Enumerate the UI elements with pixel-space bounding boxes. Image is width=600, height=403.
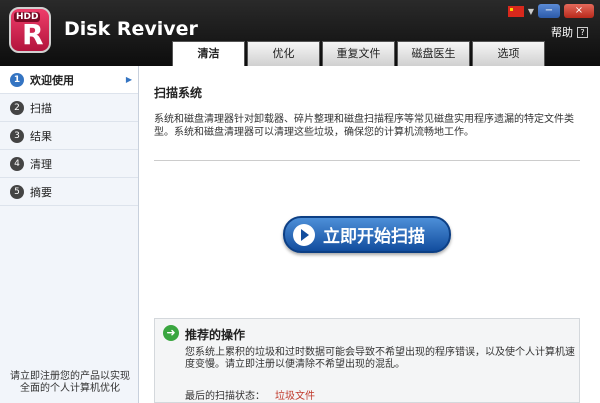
step-number: 3	[10, 128, 24, 143]
step-number: 1	[10, 72, 24, 87]
sidebar-item-results[interactable]: 3 结果	[0, 122, 138, 150]
last-scan-value[interactable]: 垃圾文件	[275, 391, 315, 402]
divider	[154, 160, 580, 161]
play-icon	[293, 223, 315, 246]
close-button[interactable]: ×	[564, 4, 594, 18]
sidebar-item-summary[interactable]: 5 摘要	[0, 178, 138, 206]
chevron-right-icon: ▶	[125, 75, 132, 84]
help-icon[interactable]: ?	[577, 26, 588, 38]
sidebar-item-label: 扫描	[30, 101, 52, 115]
main-tabs: 清洁 优化 重复文件 磁盘医生 选项	[172, 41, 547, 66]
tab-duplicate-files[interactable]: 重复文件	[322, 41, 395, 66]
language-flag-icon[interactable]	[507, 5, 524, 17]
sidebar-item-scan[interactable]: 2 扫描	[0, 94, 138, 122]
arrow-right-icon: ➜	[163, 325, 179, 341]
main-panel: 扫描系统 系统和磁盘清理器针对卸载器、碎片整理和磁盘扫描程序等常见磁盘实用程序遗…	[140, 66, 600, 403]
page-title: 扫描系统	[154, 86, 203, 100]
tab-options[interactable]: 选项	[472, 41, 545, 66]
window-controls: ▼ − ×	[507, 4, 594, 18]
step-number: 4	[10, 156, 24, 171]
app-logo: HDD R	[9, 7, 51, 53]
sidebar-item-label: 摘要	[30, 185, 52, 199]
tab-clean[interactable]: 清洁	[172, 41, 245, 66]
recommended-action-panel: ➜ 推荐的操作 您系统上累积的垃圾和过时数据可能会导致不希望出现的程序错误，以及…	[154, 318, 580, 403]
sidebar-item-label: 欢迎使用	[30, 73, 74, 87]
last-scan-status: 最后的扫描状态： 垃圾文件	[185, 387, 315, 402]
start-scan-button[interactable]: 立即开始扫描	[283, 216, 451, 253]
language-dropdown-icon[interactable]: ▼	[528, 7, 534, 16]
help-menu[interactable]: 帮助 ?	[551, 24, 588, 40]
recommended-title: 推荐的操作	[185, 328, 246, 342]
minimize-button[interactable]: −	[538, 4, 560, 18]
sidebar: 1 欢迎使用 ▶ 2 扫描 3 结果 4 清理 5 摘要 请立即注册您的产品以实…	[0, 66, 139, 403]
sidebar-item-label: 结果	[30, 129, 52, 143]
step-number: 2	[10, 100, 24, 115]
help-label[interactable]: 帮助	[551, 24, 573, 40]
register-prompt[interactable]: 请立即注册您的产品以实现全面的个人计算机优化	[6, 371, 134, 395]
page-description: 系统和磁盘清理器针对卸载器、碎片整理和磁盘扫描程序等常见磁盘实用程序遗漏的特定文…	[154, 114, 574, 138]
title-bar: HDD R Disk Reviver ▼ − × 帮助 ? 清洁 优化 重复文件…	[0, 0, 600, 66]
logo-letter: R	[22, 18, 44, 51]
sidebar-item-label: 清理	[30, 157, 52, 171]
step-number: 5	[10, 184, 24, 199]
last-scan-label: 最后的扫描状态：	[185, 391, 265, 402]
sidebar-item-clean[interactable]: 4 清理	[0, 150, 138, 178]
tab-disk-doctor[interactable]: 磁盘医生	[397, 41, 470, 66]
recommended-text: 您系统上累积的垃圾和过时数据可能会导致不希望出现的程序错误，以及使个人计算机速度…	[185, 347, 575, 370]
app-title: Disk Reviver	[64, 18, 198, 40]
tab-optimize[interactable]: 优化	[247, 41, 320, 66]
sidebar-item-welcome[interactable]: 1 欢迎使用 ▶	[0, 66, 138, 94]
start-scan-label: 立即开始扫描	[323, 227, 425, 247]
